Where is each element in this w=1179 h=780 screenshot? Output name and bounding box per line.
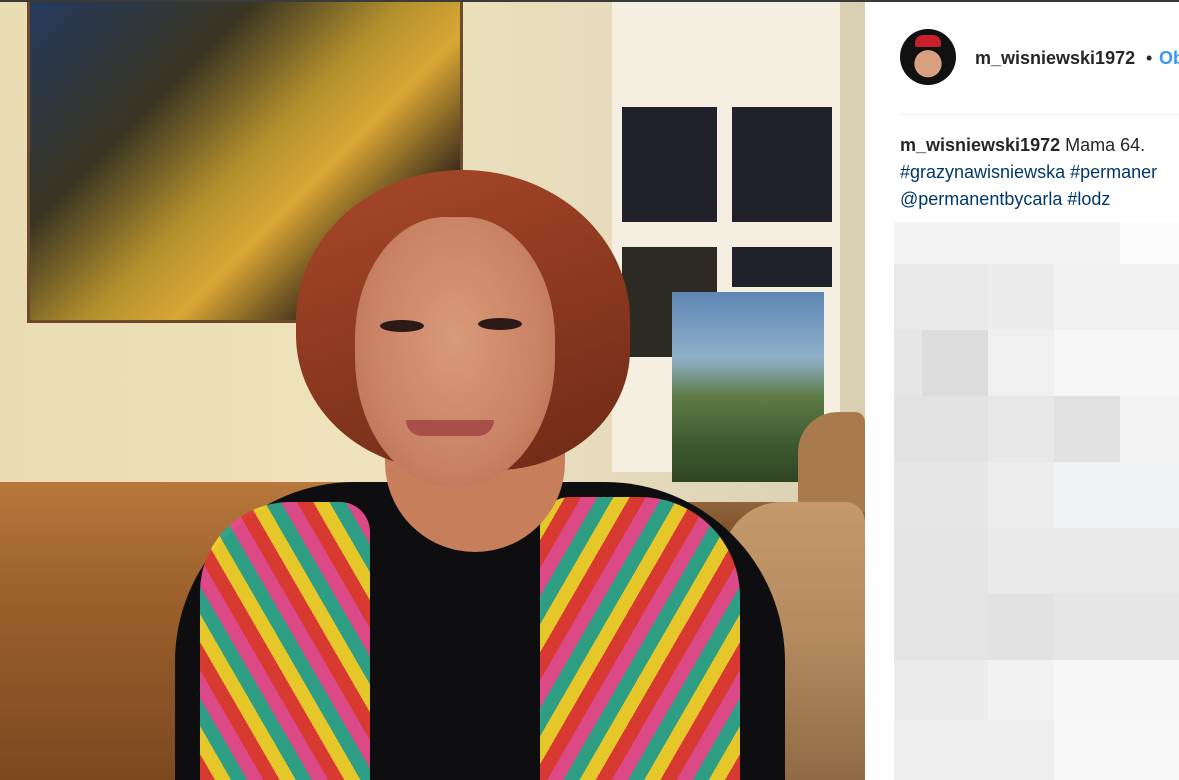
photo-eye-right xyxy=(478,318,522,330)
caption-line-3: @permanentbycarla #lodz xyxy=(900,186,1179,213)
caption-line-2: #grazynawisniewska #permaner xyxy=(900,159,1179,186)
hashtag-grazynawisniewska[interactable]: #grazynawisniewska xyxy=(900,162,1065,182)
follow-button[interactable]: Ob xyxy=(1159,48,1179,69)
photo-pattern-left xyxy=(200,502,370,780)
photo-chair-back xyxy=(798,412,865,512)
post-sidebar: m_wisniewski1972 • Ob m_wisniewski1972 M… xyxy=(865,2,1179,780)
mention-permanentbycarla[interactable]: @permanentbycarla xyxy=(900,189,1062,209)
caption-line-1: m_wisniewski1972 Mama 64. xyxy=(900,132,1179,159)
hashtag-lodz[interactable]: #lodz xyxy=(1067,189,1110,209)
post-header: m_wisniewski1972 • Ob xyxy=(865,2,1179,114)
header-separator: • xyxy=(1146,48,1153,68)
post-caption: m_wisniewski1972 Mama 64. #grazynawisnie… xyxy=(900,132,1179,213)
profile-avatar[interactable] xyxy=(900,29,956,85)
photo-mouth xyxy=(406,420,494,436)
photo-eye-left xyxy=(380,320,424,332)
photo-pattern-right xyxy=(540,497,740,780)
photo-person-face xyxy=(355,217,555,487)
caption-text: Mama 64. xyxy=(1065,135,1146,155)
caption-username[interactable]: m_wisniewski1972 xyxy=(900,135,1060,155)
hashtag-permanent[interactable]: #permaner xyxy=(1070,162,1157,182)
blurred-comments xyxy=(894,222,1179,780)
post-photo[interactable] xyxy=(0,2,865,780)
header-divider xyxy=(900,114,1179,115)
header-username[interactable]: m_wisniewski1972 xyxy=(975,48,1135,69)
avatar-cap xyxy=(915,35,941,47)
